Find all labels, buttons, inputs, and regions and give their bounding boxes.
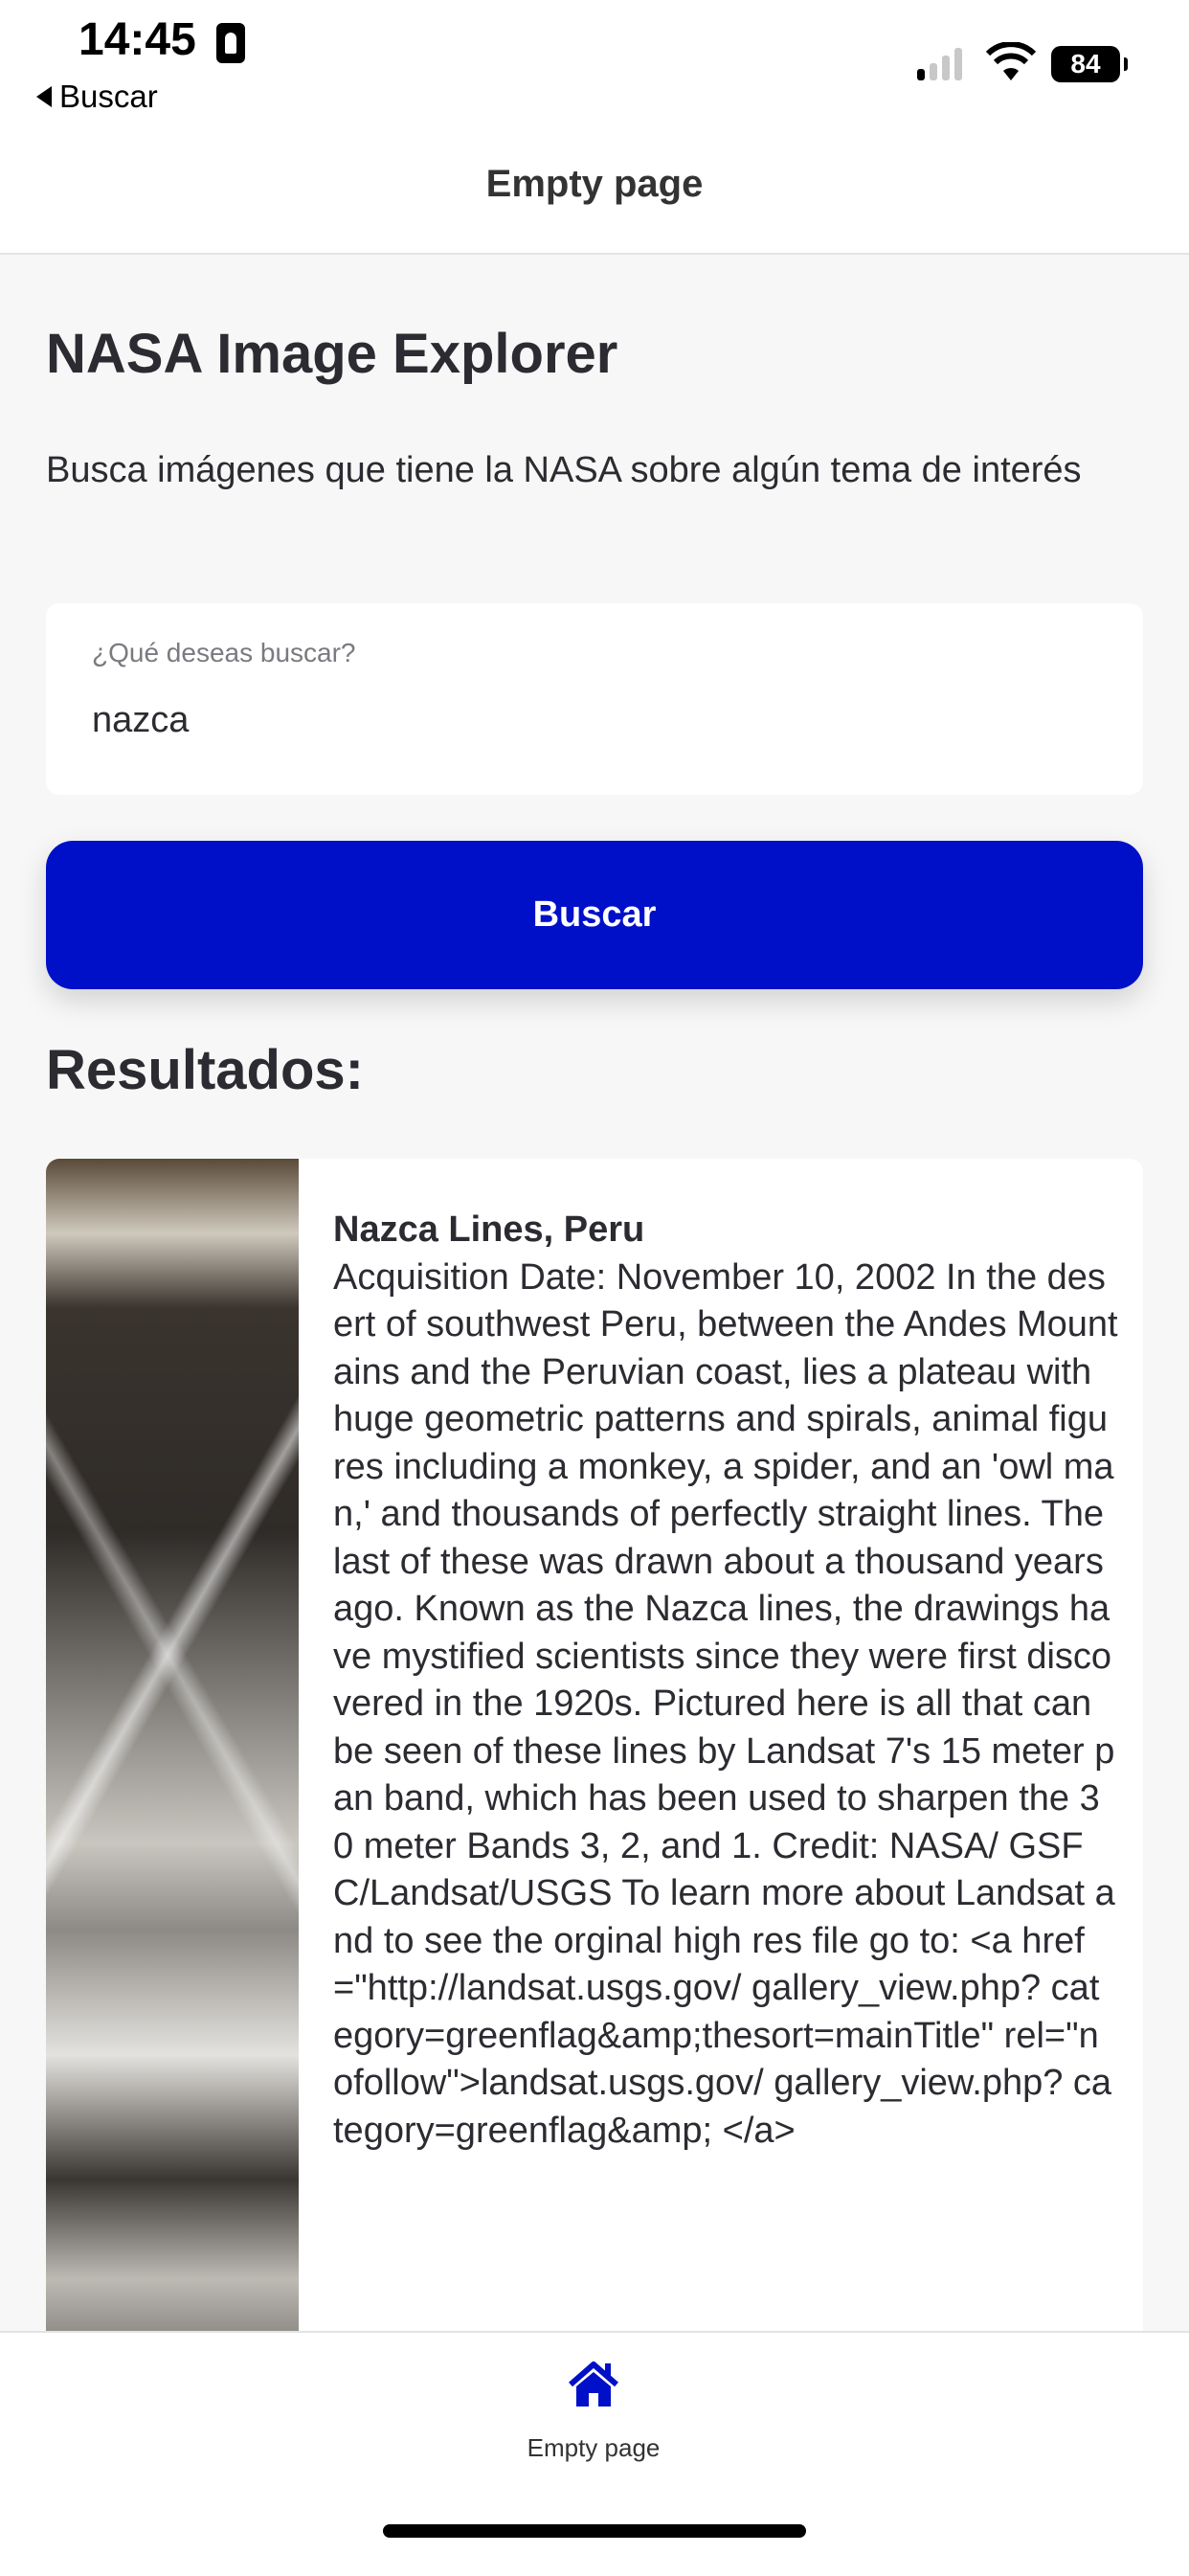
back-triangle-icon: [36, 86, 52, 107]
result-card[interactable]: Nazca Lines, Peru Acquisition Date: Nove…: [46, 1159, 1143, 2404]
status-bar: 14:45 Buscar 84: [0, 0, 1189, 144]
app-description: Busca imágenes que tiene la NASA sobre a…: [46, 450, 1082, 490]
search-field[interactable]: ¿Qué deseas buscar?: [46, 603, 1143, 795]
results-heading: Resultados:: [46, 1039, 364, 1101]
result-description: Acquisition Date: November 10, 2002 In t…: [333, 1256, 1118, 2151]
home-icon: [569, 2361, 618, 2407]
search-button[interactable]: Buscar: [46, 841, 1143, 989]
battery-indicator: 84: [1051, 46, 1128, 82]
search-input[interactable]: [90, 699, 1089, 742]
tab-empty-page[interactable]: Empty page: [498, 2361, 689, 2463]
navigation-bar: Empty page: [0, 144, 1189, 255]
wifi-icon: [986, 42, 1036, 80]
page-title: Empty page: [485, 163, 704, 205]
result-body: Nazca Lines, Peru Acquisition Date: Nove…: [333, 1207, 1118, 2155]
search-field-label: ¿Qué deseas buscar?: [92, 638, 356, 667]
result-title: Nazca Lines, Peru: [333, 1209, 645, 1250]
back-label: Buscar: [59, 79, 158, 114]
cellular-signal-icon: [917, 48, 962, 80]
tab-label: Empty page: [527, 2433, 661, 2462]
app-title: NASA Image Explorer: [46, 323, 618, 385]
contact-card-icon: [216, 23, 245, 63]
result-image: [46, 1159, 299, 2404]
back-to-app-button[interactable]: Buscar: [36, 79, 158, 115]
home-indicator: [383, 2524, 806, 2538]
status-time: 14:45: [79, 14, 196, 65]
tab-bar: Empty page: [0, 2331, 1189, 2576]
